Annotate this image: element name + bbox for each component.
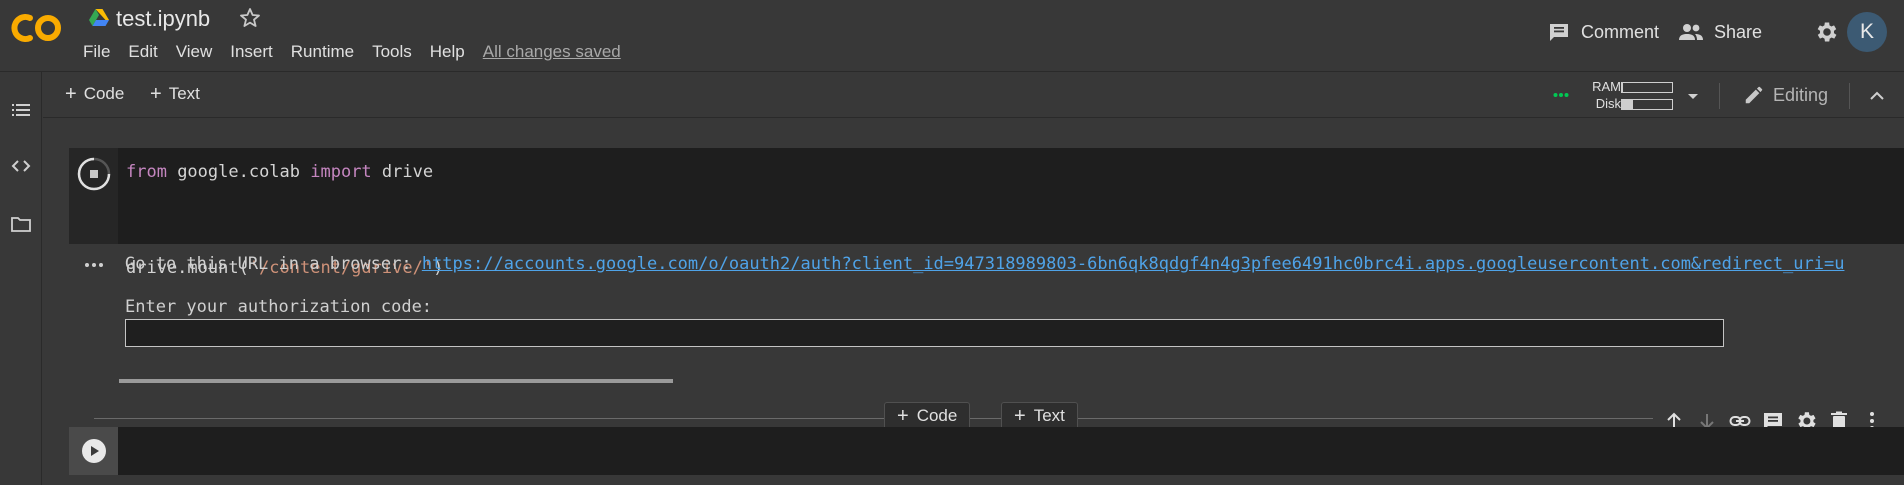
- editing-mode-button[interactable]: Editing: [1743, 84, 1828, 106]
- left-sidebar: [0, 72, 42, 485]
- comment-icon: [1549, 24, 1568, 41]
- star-icon[interactable]: [238, 6, 262, 30]
- colab-logo[interactable]: [10, 11, 66, 45]
- runtime-status-icon: [1553, 92, 1569, 98]
- settings-button[interactable]: [1814, 19, 1840, 45]
- run-cell-icon[interactable]: [81, 438, 107, 464]
- disk-meter: [1621, 99, 1673, 110]
- share-button[interactable]: Share: [1678, 10, 1762, 54]
- menu-help[interactable]: Help: [421, 42, 474, 62]
- output-menu-icon[interactable]: [84, 262, 104, 268]
- pencil-icon: [1745, 86, 1763, 104]
- chevron-up-icon[interactable]: [1865, 84, 1889, 108]
- disk-label: Disk: [1595, 96, 1621, 111]
- code-text: google.colab: [166, 162, 311, 182]
- insert-text-cell-button[interactable]: + Text: [1001, 402, 1078, 430]
- oauth-url-link[interactable]: https://accounts.google.com/o/oauth2/aut…: [422, 254, 1845, 274]
- comment-button[interactable]: Comment: [1547, 10, 1659, 54]
- output-progress-bar: [119, 379, 673, 383]
- editing-label: Editing: [1773, 84, 1829, 105]
- table-of-contents-icon[interactable]: [9, 98, 33, 122]
- menu-runtime[interactable]: Runtime: [282, 42, 363, 62]
- menu-file[interactable]: File: [74, 42, 119, 62]
- share-label: Share: [1713, 21, 1762, 42]
- code-cell-empty[interactable]: [69, 427, 1904, 475]
- menu-bar: File Edit View Insert Runtime Tools Help…: [74, 42, 621, 62]
- toolbar-divider: [1719, 83, 1720, 109]
- add-text-cell-button[interactable]: + Text: [150, 84, 200, 104]
- code-snippets-icon[interactable]: [9, 154, 33, 178]
- disk-meter-fill: [1622, 100, 1633, 109]
- plus-icon: +: [65, 82, 77, 105]
- insert-code-cell-button[interactable]: + Code: [884, 402, 971, 430]
- plus-icon: +: [897, 404, 909, 427]
- code-line: from google.colab import drive: [126, 160, 443, 184]
- ram-meter-fill: [1622, 83, 1623, 92]
- menu-edit[interactable]: Edit: [119, 42, 166, 62]
- save-status-link[interactable]: All changes saved: [483, 42, 621, 62]
- plus-icon: +: [150, 82, 162, 105]
- app-header: test.ipynb File Edit View Insert Runtime…: [0, 0, 1904, 72]
- toolbar-divider: [1849, 83, 1850, 109]
- files-icon[interactable]: [9, 212, 33, 236]
- code-keyword: from: [126, 162, 167, 182]
- plus-icon: +: [1014, 404, 1026, 427]
- comment-label: Comment: [1580, 21, 1659, 42]
- cell-output: Go to this URL in a browser: https://acc…: [125, 254, 1900, 274]
- add-text-label: Text: [168, 84, 200, 103]
- code-keyword: import: [310, 162, 372, 182]
- cell-gutter: [69, 148, 118, 244]
- people-icon: [1678, 24, 1703, 40]
- url-prompt: Go to this URL in a browser:: [125, 254, 422, 274]
- menu-tools[interactable]: Tools: [363, 42, 421, 62]
- notebook-toolbar: + Code + Text RAM Disk Editing: [43, 73, 1904, 118]
- ram-meter: [1621, 82, 1673, 93]
- user-avatar[interactable]: K: [1847, 12, 1887, 52]
- insert-code-label: Code: [916, 406, 958, 425]
- resource-meters[interactable]: [1621, 82, 1675, 116]
- stop-execution-icon[interactable]: [76, 156, 112, 192]
- menu-insert[interactable]: Insert: [221, 42, 282, 62]
- code-text: drive: [371, 162, 434, 182]
- gear-icon: [1817, 22, 1837, 42]
- add-code-label: Code: [83, 84, 125, 103]
- add-code-cell-button[interactable]: + Code: [65, 84, 124, 104]
- menu-view[interactable]: View: [167, 42, 222, 62]
- ram-label: RAM: [1592, 79, 1621, 94]
- auth-code-prompt: Enter your authorization code:: [125, 297, 433, 317]
- resource-labels[interactable]: RAM Disk: [1579, 78, 1621, 112]
- code-cell[interactable]: from google.colab import drive drive.mou…: [69, 148, 1904, 278]
- caret-down-icon[interactable]: [1685, 88, 1701, 104]
- google-drive-icon: [89, 9, 109, 27]
- notebook-title[interactable]: test.ipynb: [116, 6, 210, 32]
- cell-gutter: [69, 427, 118, 475]
- auth-code-input[interactable]: [125, 319, 1724, 347]
- insert-text-label: Text: [1033, 406, 1065, 425]
